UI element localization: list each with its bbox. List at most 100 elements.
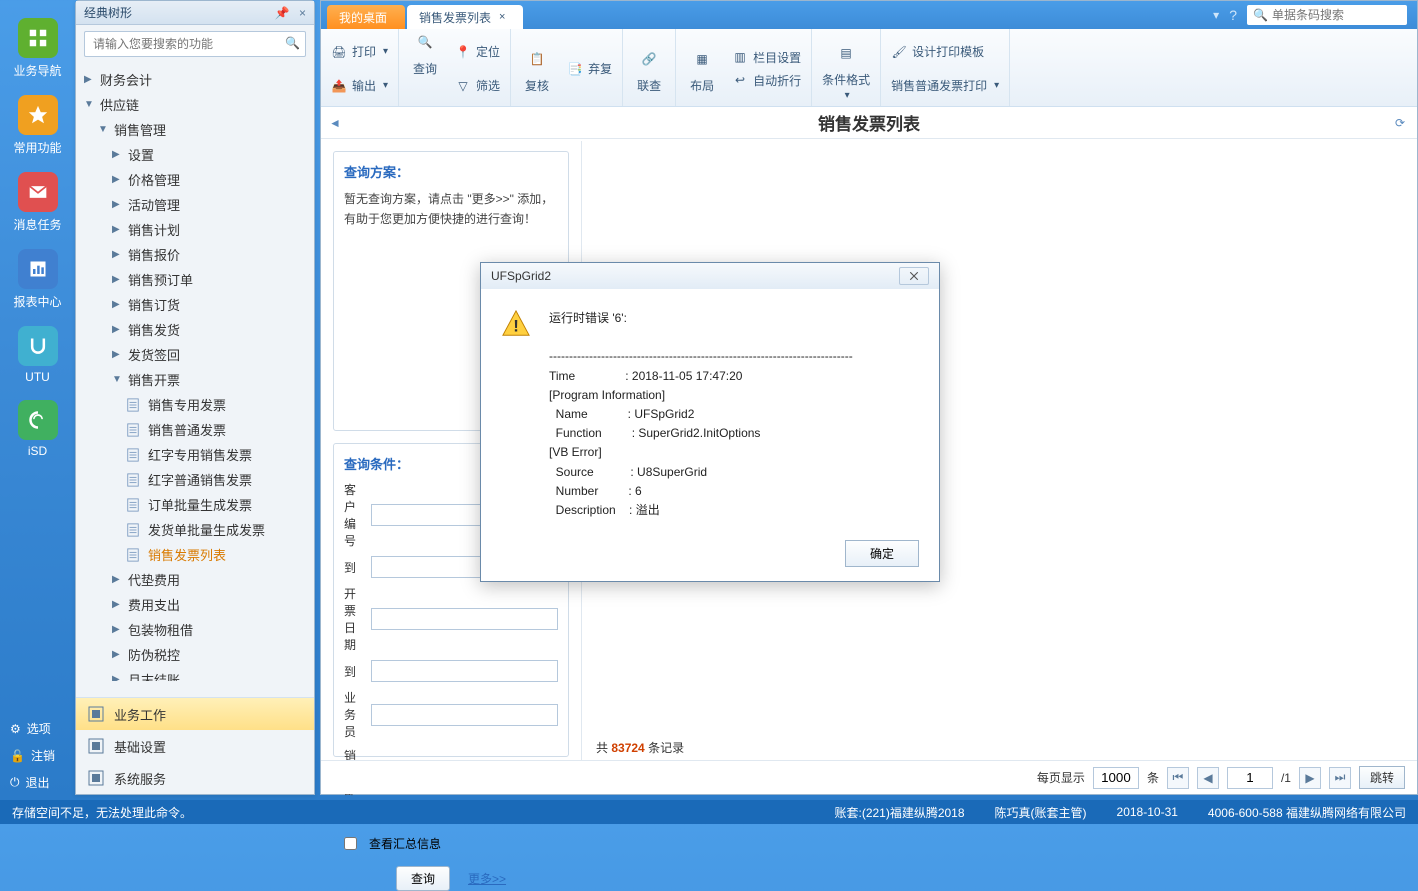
tree-node[interactable]: 销售普通发票	[76, 417, 314, 442]
warning-icon: !	[501, 309, 531, 339]
nav-tree: ▶财务会计▼供应链▼销售管理▶设置▶价格管理▶活动管理▶销售计划▶销售报价▶销售…	[76, 63, 314, 681]
chevron-icon: ▶	[112, 274, 124, 285]
abandon-review-button[interactable]: 📑弃复	[567, 60, 612, 77]
union-query-button[interactable]: 🔗联查	[633, 43, 665, 94]
tree-node[interactable]: ▶设置	[76, 142, 314, 167]
last-page-button[interactable]: ⏭	[1329, 767, 1351, 789]
per-page-input[interactable]	[1093, 767, 1139, 789]
tree-node[interactable]: ▶活动管理	[76, 192, 314, 217]
dialog-close-button[interactable]	[899, 267, 929, 285]
leftnav-nav[interactable]: 业务导航	[0, 10, 75, 87]
next-page-button[interactable]: ▶	[1299, 767, 1321, 789]
leftnav-isd[interactable]: iSD	[0, 392, 75, 466]
tree-node[interactable]: 订单批量生成发票	[76, 492, 314, 517]
app-left-bottom: ⚙选项🔓注销⏻退出	[0, 715, 75, 796]
app-left-nav: 业务导航常用功能消息任务报表中心UTUiSD	[0, 0, 75, 824]
chevron-icon: ▶	[112, 224, 124, 235]
tree-tab[interactable]: 基础设置	[76, 730, 314, 762]
barcode-search-input[interactable]	[1272, 8, 1392, 22]
tree-node[interactable]: ▶销售发货	[76, 317, 314, 342]
first-page-button[interactable]: ⏮	[1167, 767, 1189, 789]
print-button[interactable]: 🖨打印	[331, 43, 388, 60]
ribbon: 🖨打印 📤输出 🔍查询 📍定位 ▽筛选 📋复核 📑弃复 🔗联查	[321, 29, 1417, 107]
pin-icon[interactable]: 📌	[275, 6, 290, 20]
review-button[interactable]: 📋复核	[521, 43, 553, 94]
cond-format-button[interactable]: ▤条件格式	[822, 37, 870, 101]
tree-node[interactable]: ▶销售计划	[76, 217, 314, 242]
tree-bottom-tabs: 业务工作基础设置系统服务	[76, 697, 314, 794]
tree-search-input[interactable]	[84, 31, 306, 57]
wrap-button[interactable]: ↩自动折行	[732, 72, 801, 89]
page-input[interactable]	[1227, 767, 1273, 789]
search-icon[interactable]: 🔍	[285, 36, 300, 50]
leftnav-bottom-1[interactable]: 🔓注销	[0, 742, 75, 769]
tree-node[interactable]: ▶价格管理	[76, 167, 314, 192]
dialog-title: UFSpGrid2	[491, 269, 551, 283]
query-button[interactable]: 查询	[396, 866, 450, 891]
filter-button[interactable]: ▽筛选	[455, 77, 500, 94]
date-to-input[interactable]	[371, 660, 558, 682]
tree-node[interactable]: 销售发票列表	[76, 542, 314, 567]
tree-node[interactable]: 红字专用销售发票	[76, 442, 314, 467]
leftnav-utu[interactable]: UTU	[0, 318, 75, 392]
tree-node[interactable]: 销售专用发票	[76, 392, 314, 417]
support-info: 4006-600-588 福建纵腾网络有限公司	[1208, 804, 1406, 821]
tree-tab[interactable]: 业务工作	[76, 698, 314, 730]
chevron-icon: ▶	[112, 174, 124, 185]
chevron-icon: ▶	[112, 324, 124, 335]
tree-node[interactable]: ▶财务会计	[76, 67, 314, 92]
account-info: 账套:(221)福建纵腾2018	[834, 804, 964, 821]
design-template-button[interactable]: 🖌设计打印模板	[891, 43, 984, 60]
chevron-icon: ▼	[84, 99, 96, 110]
doc-tab[interactable]: 销售发票列表×	[407, 5, 523, 29]
sales-input[interactable]	[371, 704, 558, 726]
tree-node[interactable]: ▼销售开票	[76, 367, 314, 392]
tree-node[interactable]: ▶代垫费用	[76, 567, 314, 592]
columns-button[interactable]: ▥栏目设置	[732, 49, 801, 66]
doc-tab[interactable]: 我的桌面	[327, 5, 405, 29]
close-icon[interactable]: ×	[299, 6, 306, 20]
print-template-button[interactable]: 销售普通发票打印	[891, 77, 999, 94]
query-plan-title: 查询方案：	[344, 162, 558, 181]
gear-icon: ⏻	[10, 775, 20, 790]
leftnav-bottom-0[interactable]: ⚙选项	[0, 715, 75, 742]
tree-node[interactable]: ▶月末结账	[76, 667, 314, 681]
leftnav-star[interactable]: 常用功能	[0, 87, 75, 164]
help-icon[interactable]: ?	[1229, 7, 1237, 23]
layout-button[interactable]: ▦布局	[686, 43, 718, 94]
tree-tab[interactable]: 系统服务	[76, 762, 314, 794]
tree-node[interactable]: 发货单批量生成发票	[76, 517, 314, 542]
top-search: 🔍	[1247, 5, 1407, 25]
leftnav-report[interactable]: 报表中心	[0, 241, 75, 318]
chevron-icon: ▶	[112, 599, 124, 610]
document-tabs: 我的桌面销售发票列表× ▾ ? 🔍	[321, 1, 1417, 29]
error-dialog: UFSpGrid2 ! 运行时错误 '6': -----------------…	[480, 262, 940, 582]
tree-node[interactable]: ▼供应链	[76, 92, 314, 117]
search-icon: 🔍	[1253, 8, 1268, 22]
back-icon[interactable]: ◄	[329, 116, 341, 130]
summary-checkbox[interactable]	[344, 837, 357, 850]
prev-page-button[interactable]: ◀	[1197, 767, 1219, 789]
date-input[interactable]	[371, 608, 558, 630]
tree-node[interactable]: 红字普通销售发票	[76, 467, 314, 492]
tree-node[interactable]: ▶包装物租借	[76, 617, 314, 642]
dialog-ok-button[interactable]: 确定	[845, 540, 919, 567]
tree-node[interactable]: ▶销售报价	[76, 242, 314, 267]
refresh-icon[interactable]: ⟳	[1395, 116, 1405, 130]
leftnav-bottom-2[interactable]: ⏻退出	[0, 769, 75, 796]
jump-button[interactable]: 跳转	[1359, 766, 1405, 789]
tree-node[interactable]: ▶销售订货	[76, 292, 314, 317]
leftnav-mail[interactable]: 消息任务	[0, 164, 75, 241]
tab-close-icon[interactable]: ×	[499, 11, 505, 23]
gear-icon: 🔓	[10, 749, 25, 763]
locate-button[interactable]: 📍定位	[455, 43, 500, 60]
tree-node[interactable]: ▶发货签回	[76, 342, 314, 367]
tab-dropdown-icon[interactable]: ▾	[1213, 8, 1219, 22]
tree-node[interactable]: ▼销售管理	[76, 117, 314, 142]
gear-icon: ⚙	[10, 722, 21, 736]
more-link[interactable]: 更多>>	[468, 870, 506, 887]
tree-node[interactable]: ▶费用支出	[76, 592, 314, 617]
tree-node[interactable]: ▶防伪税控	[76, 642, 314, 667]
output-button[interactable]: 📤输出	[331, 77, 388, 94]
tree-node[interactable]: ▶销售预订单	[76, 267, 314, 292]
